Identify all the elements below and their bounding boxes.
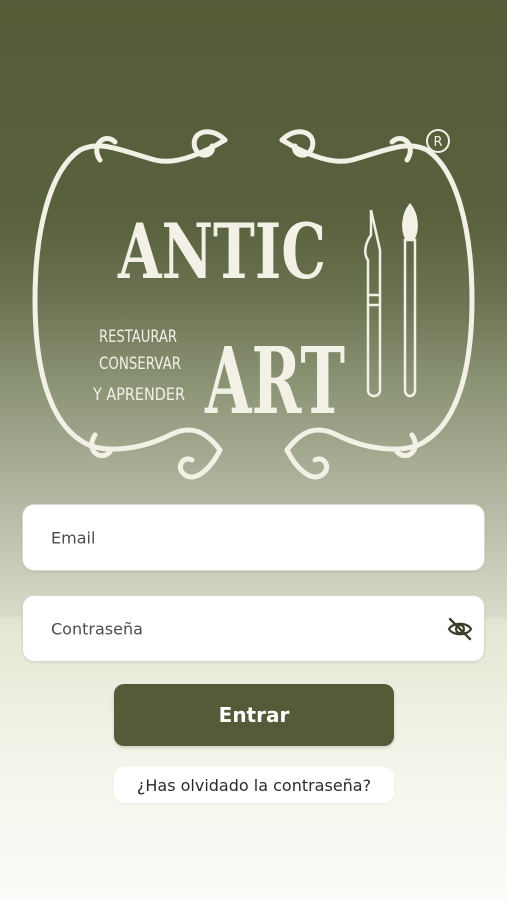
eye-slash-icon[interactable] [446,615,474,643]
brush-icon [402,202,418,398]
email-field[interactable]: Email [22,504,485,571]
email-placeholder: Email [51,528,96,547]
tagline-restaurar: RESTAURAR [99,327,177,347]
forgot-password-button[interactable]: ¿Has olvidado la contraseña? [114,767,394,803]
password-placeholder: Contraseña [51,619,143,638]
registered-mark: R [433,135,442,150]
logo-word-art: ART [204,327,345,435]
logo-word-antic: ANTIC [117,207,326,296]
tagline-aprender: Y APRENDER [92,385,185,405]
scalpel-icon [364,209,382,398]
tagline-conservar: CONSERVAR [99,354,181,374]
antic-art-logo: R ANTIC ART RESTAURAR CONSERVAR Y APREND… [0,110,507,500]
enter-button[interactable]: Entrar [114,684,394,746]
password-field[interactable]: Contraseña [22,595,485,662]
